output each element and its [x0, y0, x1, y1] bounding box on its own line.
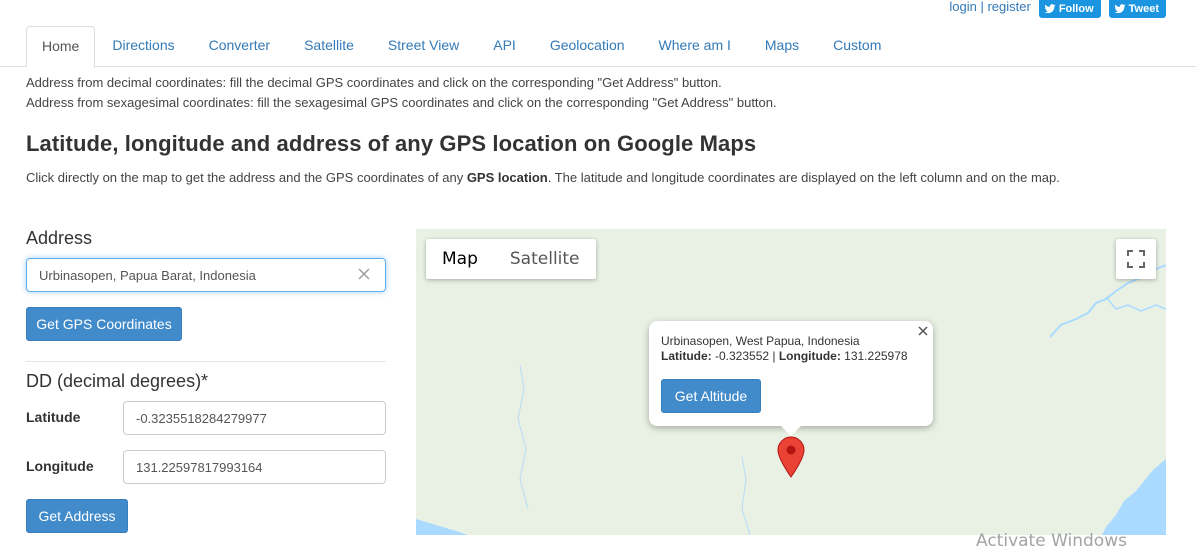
tab-home[interactable]: Home — [26, 26, 96, 68]
follow-label: Follow — [1058, 3, 1094, 15]
info-address: Urbinasopen, West Papua, Indonesia — [661, 334, 860, 348]
intro-line-decimal: Address from decimal coordinates: fill t… — [26, 75, 722, 90]
tab-where-am-i[interactable]: Where am I — [642, 26, 748, 67]
address-input-wrapper — [26, 258, 386, 292]
tab-geolocation[interactable]: Geolocation — [533, 26, 642, 67]
auth-separator: | — [980, 0, 984, 14]
tab-street-view[interactable]: Street View — [371, 26, 476, 67]
map-type-map-button[interactable]: Map — [426, 239, 494, 279]
tweet-label: Tweet — [1128, 3, 1159, 15]
fullscreen-button[interactable] — [1116, 239, 1156, 279]
tab-directions[interactable]: Directions — [95, 26, 191, 67]
info-lng-label: Longitude: — [778, 349, 841, 363]
intro-text: Address from decimal coordinates: fill t… — [26, 73, 777, 113]
info-coordinates: Latitude: -0.323552 | Longitude: 131.225… — [661, 349, 921, 364]
longitude-input[interactable] — [124, 451, 385, 483]
map-marker-icon[interactable] — [777, 436, 805, 478]
get-altitude-button[interactable]: Get Altitude — [661, 379, 761, 413]
fullscreen-icon — [1127, 250, 1145, 268]
tab-maps[interactable]: Maps — [748, 26, 816, 67]
twitter-tweet-button[interactable]: Tweet — [1108, 0, 1166, 18]
tab-satellite[interactable]: Satellite — [287, 26, 371, 67]
latitude-label: Latitude — [26, 409, 81, 425]
tab-custom[interactable]: Custom — [816, 26, 898, 67]
intro-line-sexagesimal: Address from sexagesimal coordinates: fi… — [26, 95, 777, 110]
nav-tabs: Home Directions Converter Satellite Stre… — [0, 26, 1196, 68]
info-lng-value: 131.225978 — [840, 349, 908, 363]
twitter-bird-icon — [1044, 4, 1056, 14]
info-lat-label: Latitude: — [661, 349, 712, 363]
address-heading: Address — [26, 228, 93, 248]
get-address-button[interactable]: Get Address — [26, 499, 128, 533]
latitude-field-wrapper — [123, 401, 386, 435]
dd-heading: DD (decimal degrees)* — [26, 371, 209, 391]
twitter-bird-icon — [1114, 4, 1126, 14]
page-title: Latitude, longitude and address of any G… — [26, 131, 757, 156]
top-bar: login | register Follow Tweet — [949, 0, 1166, 18]
desc-after: . The latitude and longitude coordinates… — [547, 170, 1060, 185]
longitude-label: Longitude — [26, 458, 94, 474]
latitude-input[interactable] — [124, 402, 385, 434]
tab-api[interactable]: API — [476, 26, 533, 67]
page-description: Click directly on the map to get the add… — [26, 170, 1060, 185]
info-window: Urbinasopen, West Papua, Indonesia Latit… — [649, 321, 933, 436]
info-lat-value: -0.323552 — [711, 349, 773, 363]
get-gps-coordinates-button[interactable]: Get GPS Coordinates — [26, 307, 182, 341]
section-divider — [26, 361, 386, 362]
desc-bold: GPS location — [466, 170, 548, 185]
address-input[interactable] — [27, 259, 347, 291]
auth-links: login | register — [949, 0, 1030, 14]
register-link[interactable]: register — [987, 0, 1030, 14]
clear-icon[interactable] — [357, 267, 371, 281]
close-icon[interactable] — [917, 325, 929, 337]
twitter-follow-button[interactable]: Follow — [1038, 0, 1101, 18]
map-type-satellite-button[interactable]: Satellite — [494, 239, 596, 279]
longitude-field-wrapper — [123, 450, 386, 484]
map-type-control: Map Satellite — [426, 239, 596, 279]
login-link[interactable]: login — [949, 0, 976, 14]
google-map[interactable]: Map Satellite Urbinasopen, West Papua, I… — [416, 229, 1166, 535]
tab-converter[interactable]: Converter — [192, 26, 287, 67]
desc-before: Click directly on the map to get the add… — [26, 170, 467, 185]
activate-windows-watermark: Activate Windows — [976, 531, 1127, 551]
